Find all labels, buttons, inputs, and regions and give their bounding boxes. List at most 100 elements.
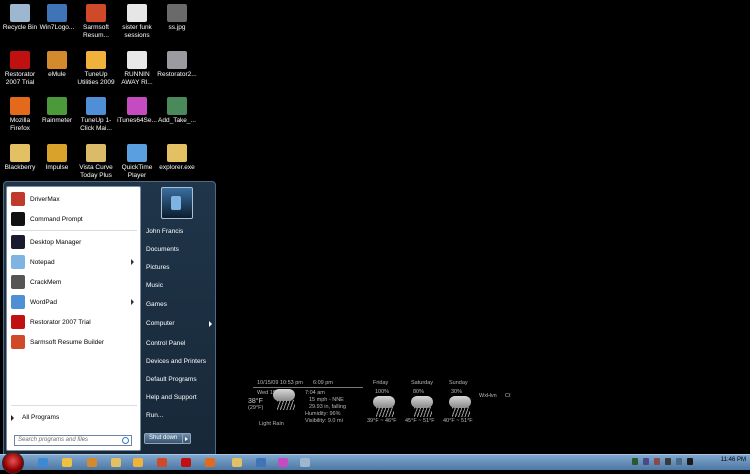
- taskbar-app-icon[interactable]: [38, 458, 48, 467]
- desktop-icon-sister-funk-sessions[interactable]: sister funk sessions: [117, 4, 157, 40]
- desktop-icon-runnin-away-rl[interactable]: RUNNIN AWAY Rl...: [117, 51, 157, 87]
- taskbar-app-icon[interactable]: [256, 458, 266, 467]
- explorer-exe-icon: [167, 144, 187, 162]
- places-item-default-programs[interactable]: Default Programs: [146, 376, 197, 383]
- itunes64se-icon: [127, 97, 147, 115]
- tray-icon[interactable]: [643, 458, 649, 465]
- taskbar-app-icon[interactable]: [300, 458, 310, 467]
- forecast-temp-range: 45°F ~ 51°F: [405, 418, 435, 424]
- program-item-wordpad[interactable]: WordPad: [9, 293, 137, 311]
- program-item-command-prompt[interactable]: Command Prompt: [9, 210, 137, 228]
- places-item-label: Run...: [146, 412, 164, 419]
- places-item-devices-and-printers[interactable]: Devices and Printers: [146, 358, 206, 365]
- system-clock[interactable]: 11:46 PM: [721, 457, 746, 463]
- impulse-icon: [47, 144, 67, 162]
- program-item-notepad[interactable]: Notepad: [9, 253, 137, 271]
- program-item-sarmsoft-resume-builder[interactable]: Sarmsoft Resume Builder: [9, 333, 137, 351]
- places-item-label: Help and Support: [146, 394, 197, 401]
- desktop-icon-rainmeter[interactable]: Rainmeter: [37, 97, 77, 125]
- places-item-help-and-support[interactable]: Help and Support: [146, 394, 197, 401]
- forecast-day-name: Saturday: [411, 380, 434, 386]
- drivermax-icon: [11, 192, 25, 206]
- program-item-restorator-2007-trial[interactable]: Restorator 2007 Trial: [9, 313, 137, 331]
- desktop-icon-add-take[interactable]: Add_Take_...: [157, 97, 197, 125]
- weather-pressure: 29.93 in, falling: [309, 404, 346, 410]
- places-item-games[interactable]: Games: [146, 301, 167, 308]
- taskbar-app-icon[interactable]: [62, 458, 72, 467]
- places-item-pictures[interactable]: Pictures: [146, 264, 169, 271]
- program-item-label: DriverMax: [30, 195, 60, 203]
- weather-extra-label-2[interactable]: Ct: [505, 393, 511, 399]
- desktop-icon-quicktime-player[interactable]: QuickTime Player: [117, 144, 157, 180]
- tray-icon[interactable]: [632, 458, 638, 465]
- weather-gadget[interactable]: 10/15/09 10:53 pm 6:09 pm Wed 15 38°F (2…: [243, 378, 518, 433]
- taskbar-app-icon[interactable]: [278, 458, 288, 467]
- places-item-documents[interactable]: Documents: [146, 246, 179, 253]
- taskbar-app-icon[interactable]: [87, 458, 97, 467]
- desktop-manager-icon: [11, 235, 25, 249]
- desktop-icon-label: explorer.exe: [159, 164, 195, 171]
- places-item-control-panel[interactable]: Control Panel: [146, 340, 185, 347]
- program-item-desktop-manager[interactable]: Desktop Manager: [9, 233, 137, 251]
- taskbar-app-icon[interactable]: [133, 458, 143, 467]
- program-item-label: Notepad: [30, 258, 55, 266]
- forecast-day-name: Friday: [373, 380, 389, 386]
- weather-condition: Light Rain: [259, 421, 284, 427]
- desktop-icon-vista-curve-today-plus[interactable]: Vista Curve Today Plus: [76, 144, 116, 180]
- taskbar-app-icon[interactable]: [232, 458, 242, 467]
- desktop-icon-tuneup-1-click-mai[interactable]: TuneUp 1-Click Mai...: [76, 97, 116, 133]
- tray-icon[interactable]: [654, 458, 660, 465]
- desktop-icon-win7logo[interactable]: Win7Logo...: [37, 4, 77, 32]
- taskbar-app-icon[interactable]: [157, 458, 167, 467]
- blackberry-icon: [10, 144, 30, 162]
- tray-icon[interactable]: [687, 458, 693, 465]
- start-menu-programs-pane: DriverMax Command Prompt Desktop Manager No…: [6, 186, 141, 451]
- program-item-drivermax[interactable]: DriverMax: [9, 190, 137, 208]
- taskbar: 11:46 PM: [0, 452, 750, 474]
- places-item-music[interactable]: Music: [146, 282, 163, 289]
- tuneup-utilities-2009-icon: [86, 51, 106, 69]
- desktop-icon-label: Sarmsoft Resum...: [82, 24, 109, 39]
- desktop-icon-label: Recycle Bin: [2, 24, 38, 31]
- desktop-icon-restorator2[interactable]: Restorator2...: [157, 51, 197, 79]
- forecast-chance: 30%: [451, 389, 463, 395]
- desktop-icon-label: Add_Take_...: [158, 117, 196, 124]
- sarmsoft-resume-builder-icon: [11, 335, 25, 349]
- start-menu-separator: [11, 405, 137, 406]
- program-item-crackmem[interactable]: CrackMem: [9, 273, 137, 291]
- places-item-label: Pictures: [146, 264, 170, 271]
- tray-icon[interactable]: [676, 458, 682, 465]
- tray-icon[interactable]: [665, 458, 671, 465]
- desktop-icon-recycle-bin[interactable]: Recycle Bin: [0, 4, 40, 32]
- desktop-icon-blackberry[interactable]: Blackberry: [0, 144, 40, 172]
- desktop-icon-tuneup-utilities-2009[interactable]: TuneUp Utilities 2009: [76, 51, 116, 87]
- shutdown-options-arrow-icon[interactable]: [182, 433, 191, 444]
- desktop-icon-explorer-exe[interactable]: explorer.exe: [157, 144, 197, 172]
- desktop-icon-mozilla-firefox[interactable]: Mozilla Firefox: [0, 97, 40, 133]
- desktop-icon-emule[interactable]: eMule: [37, 51, 77, 79]
- search-icon[interactable]: [122, 437, 129, 444]
- taskbar-app-icon[interactable]: [111, 458, 121, 467]
- all-programs-button[interactable]: All Programs: [11, 414, 59, 421]
- user-avatar[interactable]: [161, 187, 193, 219]
- desktop-icon-label: Win7Logo...: [39, 24, 75, 31]
- taskbar-app-icon[interactable]: [205, 458, 215, 467]
- desktop-icon-impulse[interactable]: Impulse: [37, 144, 77, 172]
- places-item-computer[interactable]: Computer: [146, 320, 212, 327]
- taskbar-app-icon[interactable]: [181, 458, 191, 467]
- weather-visibility: Visibility: 9.0 mi: [305, 418, 343, 424]
- recycle-bin-icon: [10, 4, 30, 22]
- places-item-john-francis[interactable]: John Francis: [146, 228, 183, 235]
- desktop-icon-restorator-2007-trial[interactable]: Restorator 2007 Trial: [0, 51, 40, 87]
- desktop-icon-itunes64se[interactable]: iTunes64Se...: [117, 97, 157, 125]
- program-item-label: WordPad: [30, 298, 57, 306]
- desktop-icon-sarmsoft-resum[interactable]: Sarmsoft Resum...: [76, 4, 116, 40]
- start-menu-places-pane: John Francis Documents Pictures Music Games C…: [142, 182, 214, 454]
- places-item-run[interactable]: Run...: [146, 412, 163, 419]
- start-orb-button[interactable]: [2, 452, 24, 474]
- desktop-icon-ss-jpg[interactable]: ss.jpg: [157, 4, 197, 32]
- forecast-chance: 80%: [413, 389, 425, 395]
- search-input[interactable]: Search programs and files: [14, 435, 132, 446]
- ss-jpg-icon: [167, 4, 187, 22]
- weather-extra-label[interactable]: WxHvn: [479, 393, 497, 399]
